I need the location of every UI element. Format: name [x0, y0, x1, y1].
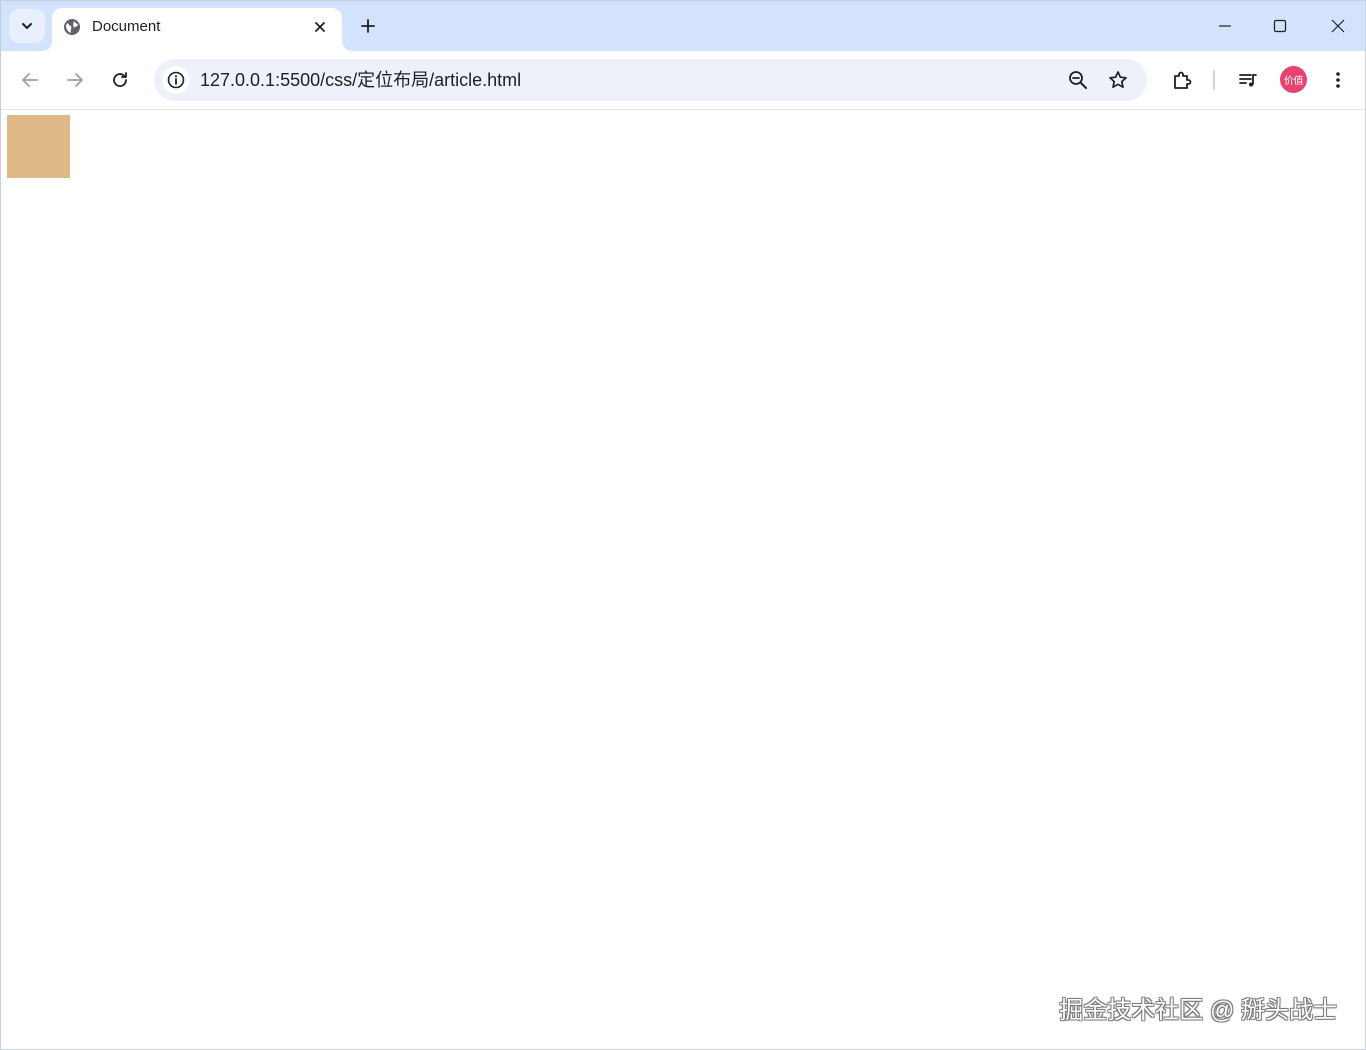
maximize-icon — [1273, 19, 1287, 33]
reload-button[interactable] — [105, 65, 135, 95]
tab-active[interactable]: Document — [52, 8, 342, 51]
browser-window: Document 127.0.0.1:5500/css/定位布局/article… — [0, 0, 1366, 1050]
back-button[interactable] — [15, 65, 45, 95]
tab-search-button[interactable] — [9, 9, 45, 43]
plus-icon — [360, 18, 376, 34]
kebab-menu-icon — [1335, 71, 1341, 89]
globe-icon — [63, 18, 81, 36]
minimize-icon — [1218, 19, 1232, 33]
chevron-down-icon — [20, 19, 34, 33]
zoom-button[interactable] — [1066, 68, 1090, 92]
zoom-out-icon — [1068, 70, 1088, 90]
tab-strip: Document — [1, 1, 1365, 51]
burlywood-box — [7, 115, 70, 178]
media-control-icon — [1237, 69, 1259, 91]
info-icon — [167, 71, 185, 89]
puzzle-icon — [1171, 69, 1193, 91]
star-icon — [1108, 70, 1128, 90]
arrow-right-icon — [66, 71, 84, 89]
profile-avatar[interactable]: 价值 — [1280, 66, 1307, 93]
tab-title: Document — [92, 18, 161, 35]
minimize-button[interactable] — [1210, 11, 1240, 41]
bookmark-button[interactable] — [1106, 68, 1130, 92]
site-info-button[interactable] — [162, 66, 190, 94]
close-icon — [1331, 19, 1345, 33]
menu-button[interactable] — [1323, 65, 1353, 95]
window-close-button[interactable] — [1323, 11, 1353, 41]
page-viewport: 掘金技术社区 @ 掰头战士 — [1, 110, 1365, 1049]
maximize-button[interactable] — [1265, 11, 1295, 41]
extensions-button[interactable] — [1167, 65, 1197, 95]
address-bar[interactable]: 127.0.0.1:5500/css/定位布局/article.html — [154, 59, 1147, 101]
forward-button[interactable] — [60, 65, 90, 95]
media-control-button[interactable] — [1233, 65, 1263, 95]
new-tab-button[interactable] — [356, 14, 380, 38]
arrow-left-icon — [21, 71, 39, 89]
watermark-text: 掘金技术社区 @ 掰头战士 — [1059, 997, 1337, 1024]
toolbar-divider — [1213, 70, 1215, 90]
url-text[interactable]: 127.0.0.1:5500/css/定位布局/article.html — [200, 70, 521, 90]
browser-toolbar: 127.0.0.1:5500/css/定位布局/article.html 价值 — [1, 51, 1365, 110]
close-icon[interactable] — [310, 17, 330, 37]
reload-icon — [111, 71, 129, 89]
